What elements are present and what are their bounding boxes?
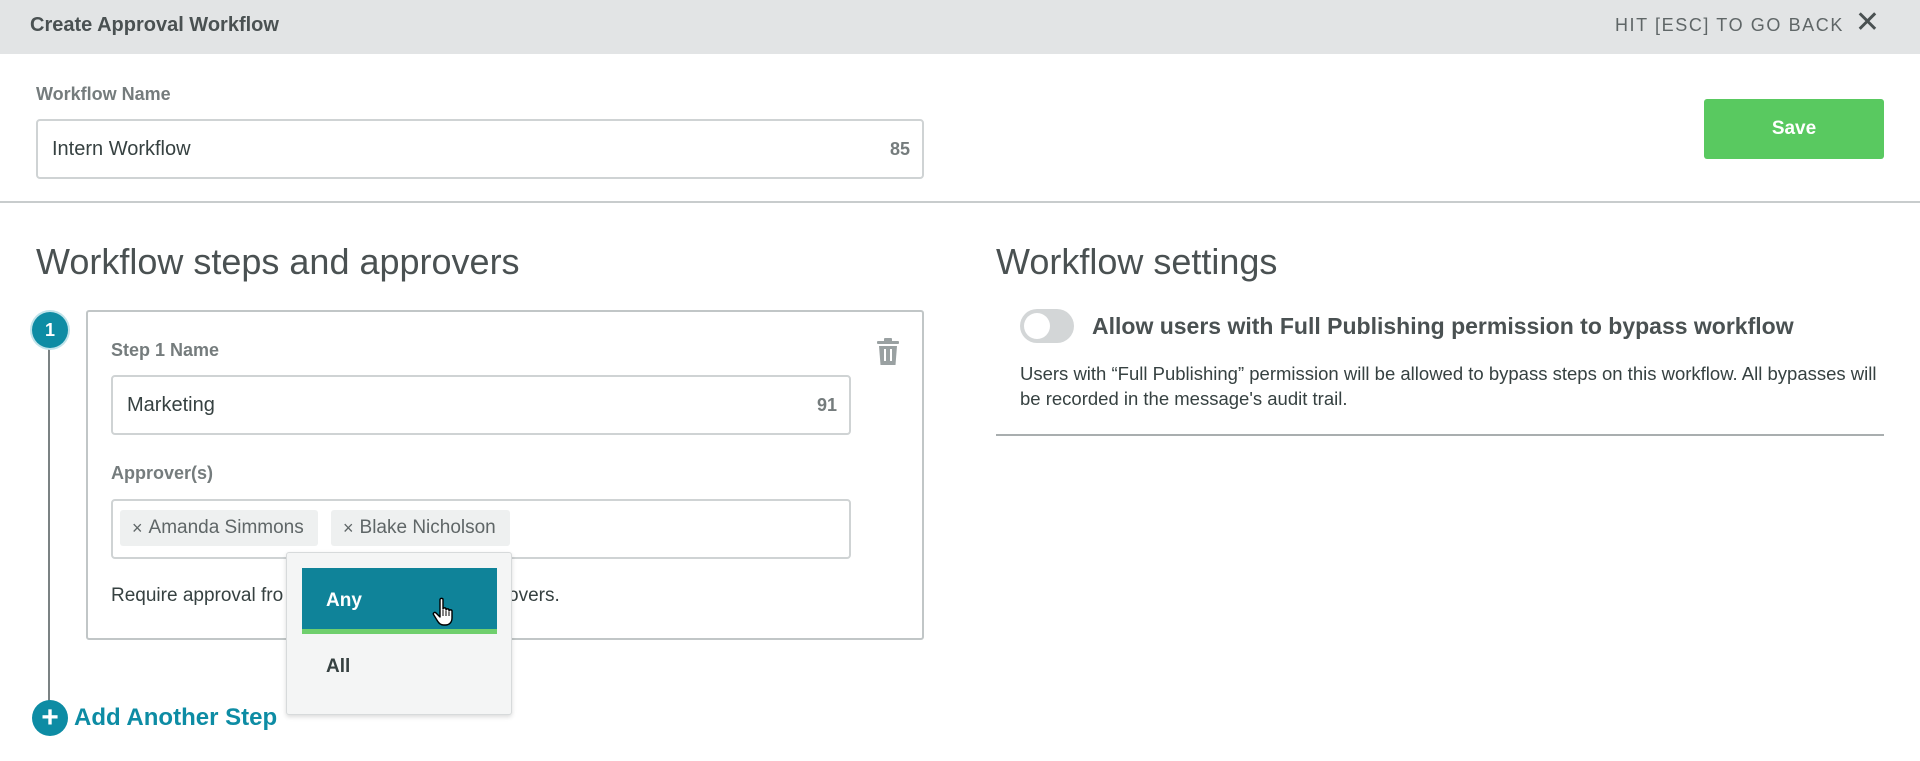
approver-name: Amanda Simmons xyxy=(148,517,304,538)
approval-requirement-suffix: overs. xyxy=(508,585,560,606)
approval-requirement-text: Require approval fro xyxy=(111,585,283,607)
workflow-name-char-count: 85 xyxy=(889,139,910,159)
dropdown-option-all[interactable]: All xyxy=(302,638,497,692)
steps-heading: Workflow steps and approvers xyxy=(36,241,520,282)
requirement-prefix: Require approval fro xyxy=(111,585,284,606)
close-icon[interactable]: ✕ xyxy=(1855,8,1880,38)
add-step-button[interactable]: + Add Another Step xyxy=(32,700,277,736)
settings-divider xyxy=(996,434,1884,436)
top-bar: Create Approval Workflow HIT [ESC] TO GO… xyxy=(0,0,1920,54)
plus-circle-icon: + xyxy=(32,700,68,736)
page-title: Create Approval Workflow xyxy=(30,14,279,36)
bypass-description: Users with “Full Publishing” permission … xyxy=(1020,363,1877,409)
step-name-label: Step 1 Name xyxy=(111,340,220,360)
step-timeline-line xyxy=(48,348,50,706)
add-step-label: Add Another Step xyxy=(74,704,278,731)
bypass-toggle-label: Allow users with Full Publishing permiss… xyxy=(1092,313,1794,339)
step-name-input[interactable]: Marketing 91 xyxy=(111,375,851,435)
remove-approver-icon[interactable]: × xyxy=(343,518,354,539)
section-divider xyxy=(0,201,1920,203)
step-name-value: Marketing xyxy=(127,394,215,416)
dropdown-option-any[interactable]: Any xyxy=(302,568,497,634)
approver-chip: × Blake Nicholson xyxy=(331,510,510,546)
remove-approver-icon[interactable]: × xyxy=(132,518,143,539)
bypass-toggle[interactable] xyxy=(1020,309,1074,343)
workflow-name-value: Intern Workflow xyxy=(52,138,191,160)
approver-name: Blake Nicholson xyxy=(359,517,496,538)
hand-pointer-icon xyxy=(432,597,453,626)
save-button[interactable]: Save xyxy=(1704,99,1884,159)
approver-chip: × Amanda Simmons xyxy=(120,510,318,546)
step-name-char-count: 91 xyxy=(816,395,837,415)
approvers-label: Approver(s) xyxy=(111,463,214,483)
settings-heading: Workflow settings xyxy=(996,241,1278,282)
esc-hint: HIT [ESC] TO GO BACK xyxy=(1614,15,1844,35)
step-number-badge: 1 xyxy=(32,312,68,348)
workflow-name-input[interactable]: Intern Workflow 85 xyxy=(36,119,924,179)
trash-icon[interactable] xyxy=(876,338,900,366)
workflow-name-label: Workflow Name xyxy=(36,84,171,104)
toggle-knob xyxy=(1024,313,1050,339)
